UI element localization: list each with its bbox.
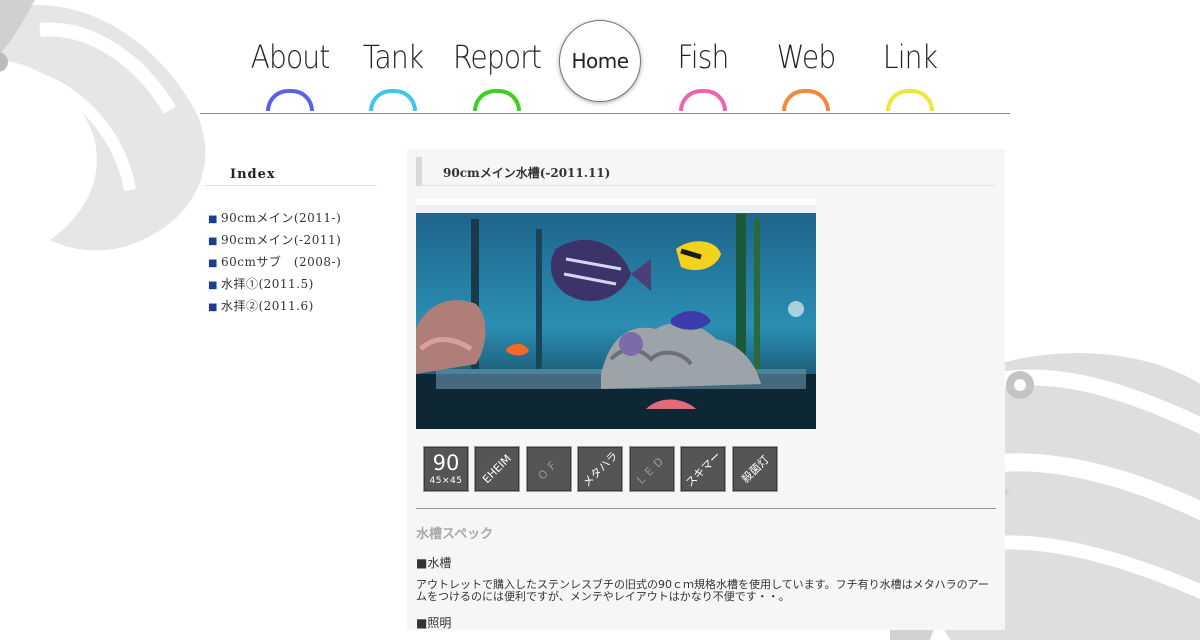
sidebar: Index ■ 90cmメイン(2011-) ■ 90cmメイン(-2011) ■ 6… (205, 160, 377, 318)
sidebar-item-label: 90cmメイン(2011-) (220, 211, 342, 225)
nav-link[interactable]: Link (860, 0, 960, 114)
sidebar-item-visit-1[interactable]: ■ 水拝①(2011.5) (208, 274, 377, 296)
skimmer-label: スキマー (683, 449, 724, 490)
sidebar-item-visit-2[interactable]: ■ 水拝②(2011.6) (208, 296, 377, 318)
aquarium-photo (416, 199, 816, 429)
sidebar-index-list: ■ 90cmメイン(2011-) ■ 90cmメイン(-2011) ■ 60cmサブ … (208, 208, 377, 318)
overflow-label: OF (535, 455, 563, 483)
nav-tank-label: Tank (362, 38, 424, 76)
nav-fish-label: Fish (677, 38, 730, 76)
nav-web-label: Web (776, 38, 837, 76)
overflow-icon[interactable]: OF (526, 446, 572, 492)
tank-description: アウトレットで購入したステンレスブチの旧式の90ｃｍ規格水槽を使用しています。フ… (416, 578, 989, 603)
eheim-filter-icon[interactable]: EHEIM (474, 446, 520, 492)
sidebar-title: Index (205, 160, 377, 186)
section-divider (416, 508, 996, 509)
sidebar-item-label: 90cmメイン(-2011) (220, 233, 342, 247)
size-dimensions: 45×45 (429, 476, 463, 486)
bullet-square-icon: ■ (208, 236, 218, 247)
lighting-subheading: ■照明 (416, 616, 452, 630)
nav-report[interactable]: Report (447, 0, 547, 114)
page-title: 90cmメイン水槽(-2011.11) (416, 157, 996, 186)
nav-about[interactable]: About (240, 0, 340, 114)
nav-home-button[interactable]: Home (559, 20, 641, 102)
size-icon[interactable]: 90 45×45 (423, 446, 469, 492)
nav-fish-arc-icon (679, 89, 727, 111)
nav-tank-arc-icon (369, 89, 417, 111)
main-content: 90cmメイン水槽(-2011.11) 90 45×45 EHEIM OF メタ… (407, 149, 1005, 630)
uv-sterilizer-label: 殺菌灯 (739, 453, 772, 486)
size-number: 90 (432, 451, 460, 475)
metal-halide-label: メタハラ (580, 449, 621, 490)
sidebar-item-label: 水拝①(2011.5) (220, 277, 314, 291)
bullet-square-icon: ■ (208, 302, 218, 313)
spec-heading: 水槽スペック (416, 527, 494, 542)
bullet-square-icon: ■ (208, 280, 218, 291)
sidebar-item-90cm-main-2011-current[interactable]: ■ 90cmメイン(2011-) (208, 208, 377, 230)
eheim-label: EHEIM (480, 452, 514, 486)
led-icon[interactable]: LED (629, 446, 675, 492)
nav-web[interactable]: Web (756, 0, 856, 114)
led-label: LED (634, 451, 670, 487)
nav-about-label: About (250, 38, 331, 76)
bullet-square-icon: ■ (208, 258, 218, 269)
sidebar-item-90cm-main-until-2011[interactable]: ■ 90cmメイン(-2011) (208, 230, 377, 252)
nav-about-arc-icon (266, 89, 314, 111)
tank-subheading: ■水槽 (416, 556, 452, 570)
nav-link-label: Link (882, 38, 938, 76)
nav-fish[interactable]: Fish (653, 0, 753, 114)
sidebar-item-60cm-sub[interactable]: ■ 60cmサブ (2008-) (208, 252, 377, 274)
bullet-square-icon: ■ (208, 214, 218, 225)
nav-link-arc-icon (886, 89, 934, 111)
nav-web-arc-icon (782, 89, 830, 111)
nav-report-label: Report (453, 38, 542, 76)
nav-divider (200, 113, 1010, 114)
sidebar-item-label: 60cmサブ (2008-) (220, 255, 342, 269)
skimmer-icon[interactable]: スキマー (680, 446, 726, 492)
uv-sterilizer-icon[interactable]: 殺菌灯 (732, 446, 778, 492)
sidebar-item-label: 水拝②(2011.6) (220, 299, 314, 313)
nav-report-arc-icon (473, 89, 521, 111)
nav-tank[interactable]: Tank (343, 0, 443, 114)
metal-halide-icon[interactable]: メタハラ (577, 446, 623, 492)
nav-home-label: Home (571, 49, 629, 73)
